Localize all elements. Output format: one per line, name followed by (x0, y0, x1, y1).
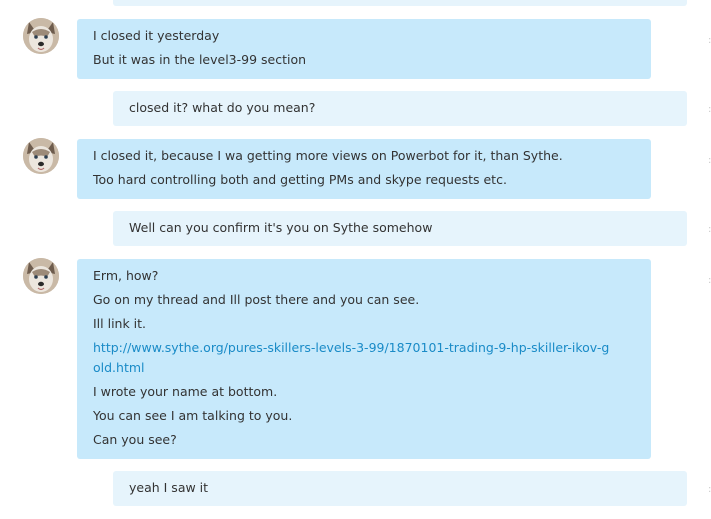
contact-avatar[interactable] (23, 18, 59, 54)
message-text: Ill link it. (93, 316, 147, 331)
incoming-message-bubble[interactable]: I closed it, because I wa getting more v… (77, 139, 651, 199)
chat-history: I closed it yesterday But it was in the … (0, 0, 711, 519)
outgoing-message-bubble[interactable]: closed it? what do you mean? (113, 91, 687, 126)
contact-avatar[interactable] (23, 138, 59, 174)
message-text: Can you see? (93, 432, 177, 447)
message-text: But it was in the level3-99 section (93, 52, 307, 67)
contact-avatar[interactable] (23, 258, 59, 294)
thread-link[interactable]: http://www.sythe.org/pures-skillers-leve… (93, 338, 613, 378)
husky-dog-icon (23, 258, 59, 294)
message-text: I closed it, because I wa getting more v… (93, 148, 563, 163)
message-text: I closed it yesterday (93, 28, 220, 43)
outgoing-message-bubble[interactable]: yeah I saw it (113, 471, 687, 506)
incoming-message-bubble[interactable]: I closed it yesterday But it was in the … (77, 19, 651, 79)
message-text: Too hard controlling both and getting PM… (93, 172, 507, 187)
husky-dog-icon (23, 18, 59, 54)
message-text: Erm, how? (93, 268, 159, 283)
husky-dog-icon (23, 138, 59, 174)
message-text: yeah I saw it (129, 480, 209, 495)
incoming-message-bubble[interactable]: Erm, how? Go on my thread and Ill post t… (77, 259, 651, 459)
message-text: You can see I am talking to you. (93, 408, 293, 423)
previous-message-bubble (113, 0, 687, 6)
message-text: closed it? what do you mean? (129, 100, 316, 115)
message-text: Well can you confirm it's you on Sythe s… (129, 220, 433, 235)
message-text: Go on my thread and Ill post there and y… (93, 292, 420, 307)
outgoing-message-bubble[interactable]: Well can you confirm it's you on Sythe s… (113, 211, 687, 246)
message-text: I wrote your name at bottom. (93, 384, 278, 399)
